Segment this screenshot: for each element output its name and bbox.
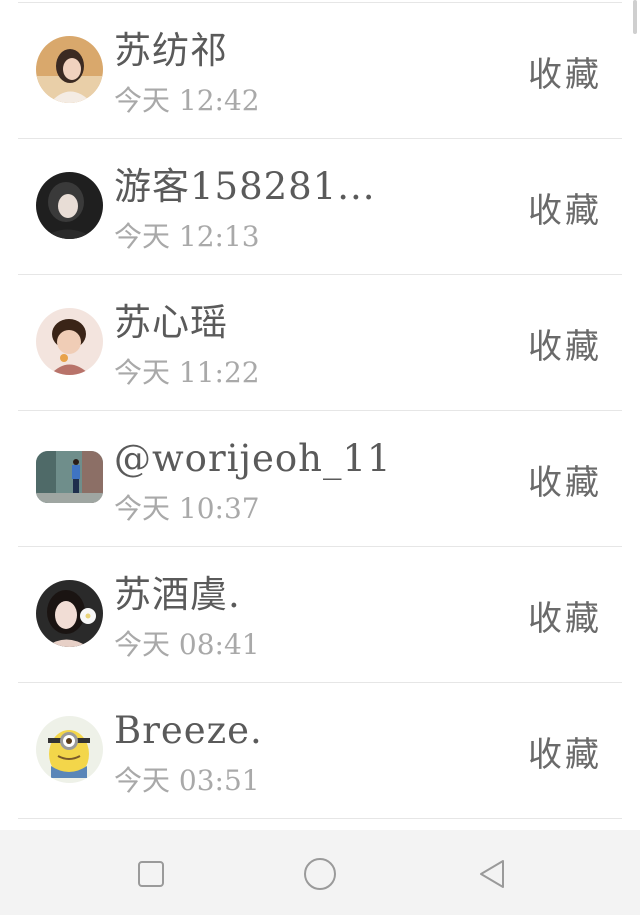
message-time: 今天 12:42 (114, 84, 260, 117)
recent-apps-square-icon (138, 861, 164, 887)
avatar[interactable] (36, 580, 103, 647)
home-circle-icon (304, 858, 336, 890)
avatar[interactable] (36, 36, 103, 103)
avatar[interactable] (36, 451, 103, 503)
contact-name: 苏纺祁 (114, 29, 228, 72)
favorite-button[interactable]: 收藏 (528, 325, 602, 369)
avatar-girl-warm-icon (36, 36, 103, 103)
contact-name: @worijeoh_11 (114, 437, 392, 480)
favorite-button[interactable]: 收藏 (528, 53, 602, 97)
list-item[interactable]: 游客158281... 今天 12:13 收藏 (0, 139, 640, 275)
row-divider (18, 818, 622, 819)
contact-name: Breeze. (114, 709, 263, 752)
avatar[interactable] (36, 308, 103, 375)
message-time: 今天 03:51 (114, 764, 260, 797)
message-time: 今天 10:37 (114, 492, 260, 525)
list-item[interactable]: Breeze. 今天 03:51 收藏 (0, 683, 640, 819)
contact-name: 苏酒虞. (114, 573, 241, 616)
recent-apps-button[interactable] (131, 854, 171, 894)
favorite-button[interactable]: 收藏 (528, 461, 602, 505)
avatar-street-icon (36, 451, 103, 503)
avatar[interactable] (36, 716, 103, 783)
avatar-child-icon (36, 308, 103, 375)
avatar[interactable] (36, 172, 103, 239)
contact-list: 苏纺祁 今天 12:42 收藏 游客158281... 今天 12:13 收藏 (0, 0, 640, 830)
avatar-girl-dark-icon (36, 172, 103, 239)
home-button[interactable] (300, 854, 340, 894)
list-item[interactable]: @worijeoh_11 今天 10:37 收藏 (0, 411, 640, 547)
list-item[interactable]: 苏心瑶 今天 11:22 收藏 (0, 275, 640, 411)
message-time: 今天 12:13 (114, 220, 260, 253)
message-time: 今天 08:41 (114, 628, 260, 661)
back-button[interactable] (472, 854, 512, 894)
back-triangle-icon (480, 860, 504, 888)
message-time: 今天 11:22 (114, 356, 260, 389)
list-item[interactable]: 苏纺祁 今天 12:42 收藏 (0, 3, 640, 139)
favorite-button[interactable]: 收藏 (528, 733, 602, 777)
contact-name: 苏心瑶 (114, 301, 228, 344)
system-navigation-bar (0, 830, 640, 915)
avatar-minion-icon (36, 716, 103, 783)
list-item[interactable]: 苏酒虞. 今天 08:41 收藏 (0, 547, 640, 683)
avatar-flower-girl-icon (36, 580, 103, 647)
favorite-button[interactable]: 收藏 (528, 189, 602, 233)
favorite-button[interactable]: 收藏 (528, 597, 602, 641)
contact-name: 游客158281... (114, 165, 376, 208)
